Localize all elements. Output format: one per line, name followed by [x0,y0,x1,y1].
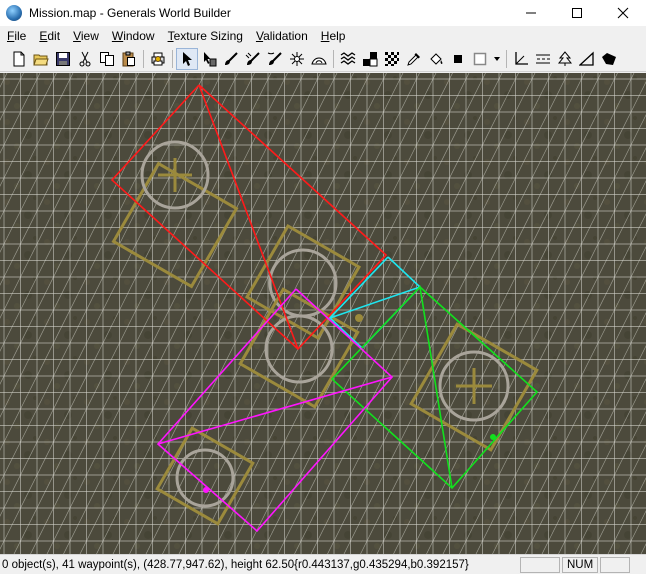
crater-tool-button[interactable] [308,48,330,70]
close-button[interactable] [600,0,646,26]
crater-icon [311,57,327,64]
tile-pattern-button[interactable] [381,48,403,70]
status-pane-empty [520,556,560,573]
copy-button[interactable] [96,48,118,70]
window-controls [508,0,646,26]
toolbar-separator [172,49,173,68]
title-bar: Mission.map - Generals World Builder [0,0,646,26]
feather-brush-icon [245,51,260,65]
ramp-tool-button[interactable] [576,48,598,70]
feather-brush-button[interactable] [242,48,264,70]
toolbar-separator [506,49,507,68]
menu-validation[interactable]: Validation [249,29,314,43]
cut-button[interactable] [74,48,96,70]
maximize-icon [572,8,582,18]
dropdown-arrow-icon [494,56,500,61]
brush-icon [225,51,238,65]
status-text: 0 object(s), 41 waypoint(s), (428.77,947… [2,558,469,571]
white-square-button[interactable] [469,48,491,70]
menu-edit[interactable]: Edit [32,29,66,43]
smooth-brush-icon [267,51,282,65]
resize-grip[interactable] [632,557,646,573]
menu-window[interactable]: Window [105,29,161,43]
axis-tool-button[interactable] [510,48,532,70]
waypoint-dot [355,314,363,322]
dropdown-arrow-button[interactable] [491,48,503,70]
black-square-button[interactable] [447,48,469,70]
print-icon [151,52,165,65]
minimize-icon [526,12,536,14]
open-folder-icon [33,54,49,65]
pointer-icon [183,51,192,66]
cut-icon [79,51,91,66]
white-square-icon [473,52,487,65]
paste-icon [122,51,135,66]
globe-icon [6,5,22,21]
maximize-button[interactable] [554,0,600,26]
save-icon [56,51,70,66]
open-button[interactable] [30,48,52,70]
num-lock-indicator: NUM [562,556,598,573]
fill-bucket-icon [430,52,443,65]
menu-view[interactable]: View [66,29,105,43]
menu-file[interactable]: File [0,29,32,43]
object-pick-button[interactable] [198,48,220,70]
status-bar: 0 object(s), 41 waypoint(s), (428.77,947… [0,554,646,574]
eyedropper-icon [407,52,420,66]
checker-paint-button[interactable] [359,48,381,70]
axis-icon [515,51,528,65]
tree-tool-button[interactable] [554,48,576,70]
toolbar-separator [143,49,144,68]
menu-bar: File Edit View Window Texture Sizing Val… [0,26,646,46]
eyedropper-button[interactable] [403,48,425,70]
new-file-button[interactable] [8,48,30,70]
map-viewport[interactable] [0,73,646,554]
smooth-brush-button[interactable] [264,48,286,70]
new-file-icon [13,51,25,66]
toolbar [0,46,646,72]
tree-icon [557,50,573,66]
toolbar-separator [333,49,334,68]
minimize-button[interactable] [508,0,554,26]
explosion-tool-button[interactable] [286,48,308,70]
save-button[interactable] [52,48,74,70]
print-button[interactable] [147,48,169,70]
road-tool-button[interactable] [532,48,554,70]
object-pick-icon [204,51,217,66]
status-pane-extra [600,556,630,573]
explosion-icon [290,51,304,66]
window-title: Mission.map - Generals World Builder [29,6,231,20]
fill-bucket-button[interactable] [425,48,447,70]
water-icon [340,51,356,65]
tile-pattern-icon [385,51,399,66]
ramp-icon [579,51,594,66]
black-square-icon [454,54,462,63]
menu-help[interactable]: Help [314,29,352,43]
road-icon [536,54,550,63]
blend-icon [602,52,616,65]
copy-icon [100,51,114,66]
water-tool-button[interactable] [337,48,359,70]
paste-button[interactable] [118,48,140,70]
map-canvas[interactable] [0,73,646,554]
close-icon [617,7,629,19]
pointer-tool-button[interactable] [176,47,198,70]
blend-tool-button[interactable] [598,48,620,70]
menu-texture-sizing[interactable]: Texture Sizing [161,29,249,43]
checker-paint-icon [363,51,378,66]
brush-tool-button[interactable] [220,48,242,70]
